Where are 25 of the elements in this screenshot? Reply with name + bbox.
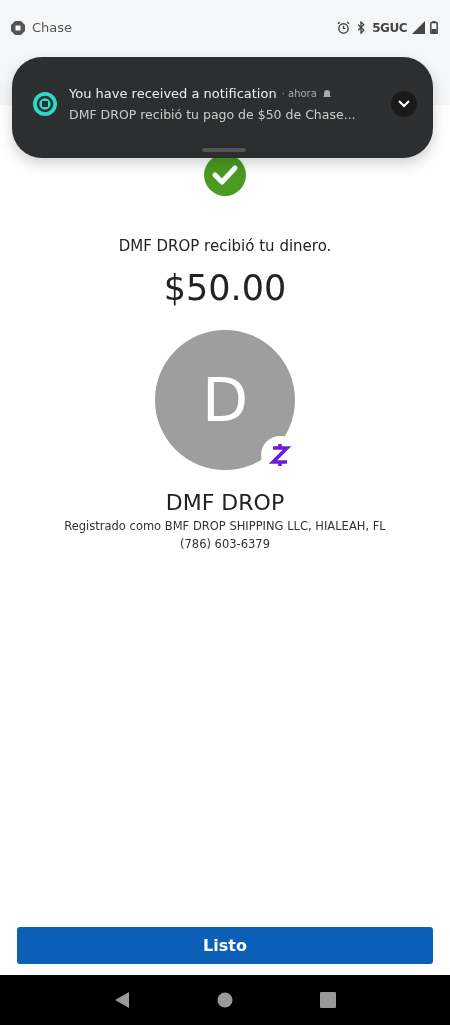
bell-icon [321, 88, 332, 98]
home-icon[interactable] [217, 992, 233, 1008]
app-name: Chase [32, 20, 73, 35]
battery-icon [430, 21, 438, 34]
phone-number: (786) 603-6379 [180, 537, 270, 551]
expand-button[interactable] [391, 90, 417, 117]
avatar-initial: D [201, 365, 249, 435]
app-logo-icon [10, 19, 26, 36]
notification-time: · ahora [281, 87, 317, 99]
recents-icon[interactable] [320, 992, 337, 1008]
chevron-icon [398, 99, 410, 108]
notification-message: DMF DROP recibió tu pago de $50 de Chase... [69, 106, 357, 122]
recipient-name: DMF DROP [165, 490, 285, 515]
alarm-icon [337, 21, 351, 34]
notification-title: You have received a notification [69, 85, 277, 101]
registration-text: Registrado como BMF DROP SHIPPING LLC, HIALEAH, FL [64, 519, 386, 533]
drag-handle[interactable] [202, 148, 246, 152]
amount: $50.00 [163, 268, 287, 308]
notification-card[interactable]: You have received a notification · ahora DMF DROP recibió tu pago de $50 de Chase... [12, 57, 433, 158]
signal-icon [412, 21, 425, 34]
app-logo-icon [33, 91, 57, 116]
done-button[interactable]: Listo [17, 927, 433, 964]
network-label: 5GUC [372, 20, 407, 35]
back-icon[interactable] [113, 992, 130, 1008]
confirmation-message: DMF DROP recibió tu dinero. [118, 237, 332, 255]
